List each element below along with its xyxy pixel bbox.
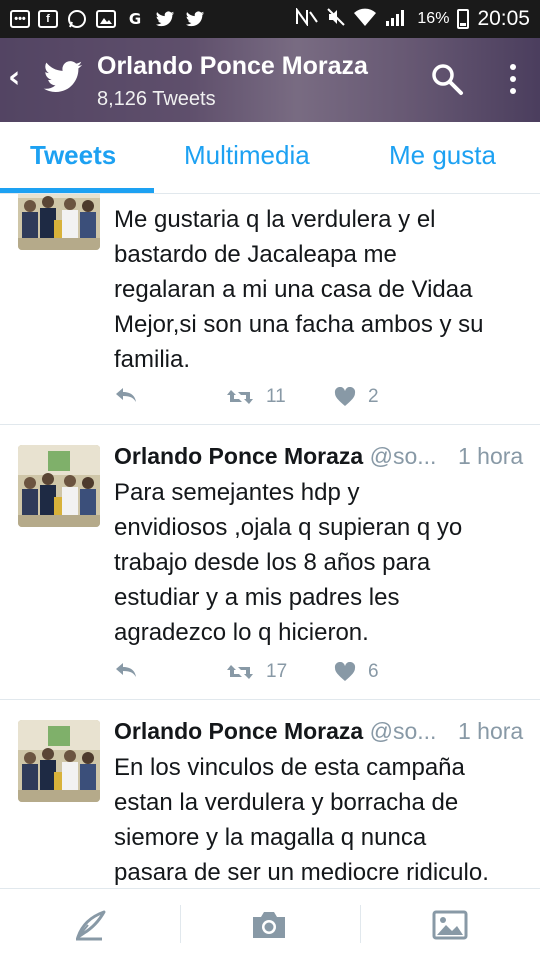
search-icon[interactable] xyxy=(430,62,464,96)
tweet-time: 1 hora xyxy=(458,718,524,744)
image-gallery-icon[interactable] xyxy=(432,909,468,941)
heart-icon xyxy=(334,387,356,406)
camera-icon[interactable] xyxy=(251,909,287,941)
compose-tweet-icon[interactable] xyxy=(72,909,108,941)
avatar[interactable] xyxy=(18,720,100,802)
author-name[interactable]: Orlando Ponce Moraza xyxy=(114,443,363,469)
active-tab-indicator xyxy=(0,188,154,193)
twitter-bird-icon xyxy=(43,61,83,93)
tweet-line: familia. xyxy=(114,346,191,373)
mute-icon xyxy=(327,7,346,31)
tweet-line: Para semejantes hdp y xyxy=(114,479,360,506)
retweet-icon xyxy=(227,390,253,404)
heart-icon xyxy=(334,662,356,681)
battery-percent: 16% xyxy=(417,10,450,27)
tweet-text: Para semejantes hdp y envidiosos ,ojala … xyxy=(114,475,524,650)
tab-tweets[interactable]: Tweets xyxy=(30,140,116,171)
reply-button[interactable] xyxy=(114,661,138,679)
tweet-item[interactable]: Me gustaria q la verdulera y el bastardo… xyxy=(0,194,540,425)
author-handle: @so... xyxy=(369,718,437,744)
profile-name: Orlando Ponce Moraza xyxy=(97,52,368,80)
retweet-icon xyxy=(227,665,253,679)
retweet-button[interactable]: 11 xyxy=(226,386,286,408)
tweet-line: estan la verdulera y borracha de xyxy=(114,789,459,816)
tweet-line: trabajo desde los 8 años para xyxy=(114,549,431,576)
tweet-line: Me gustaria q la verdulera y el xyxy=(114,206,436,233)
facebook-icon: f xyxy=(38,10,58,28)
avatar[interactable] xyxy=(18,194,100,250)
reply-icon xyxy=(116,388,136,402)
tweet-line: envidiosos ,ojala q supieran q yo xyxy=(114,514,463,541)
tweet-line: estudiar y a mis padres les xyxy=(114,584,400,611)
avatar[interactable] xyxy=(18,445,100,527)
tweet-text: Me gustaria q la verdulera y el bastardo… xyxy=(114,202,524,377)
retweet-count: 11 xyxy=(266,386,286,407)
divider xyxy=(180,905,181,943)
tweet-item[interactable]: Orlando Ponce Moraza @so... 1 hora Para … xyxy=(0,425,540,700)
like-button[interactable]: 2 xyxy=(334,386,379,408)
tweet-count: 8,126 Tweets xyxy=(97,88,216,110)
tab-me-gusta[interactable]: Me gusta xyxy=(389,140,496,171)
tweet-line: En los vinculos de esta campaña xyxy=(114,754,465,781)
tweet-line: agradezco lo q hicieron. xyxy=(114,619,369,646)
gallery-icon xyxy=(96,10,116,28)
signal-icon xyxy=(385,7,409,32)
tweet-actions: 11 2 xyxy=(114,386,514,410)
whatsapp-icon xyxy=(66,9,88,29)
profile-tabs: Tweets Multimedia Me gusta xyxy=(0,122,540,194)
tweet-header: Orlando Ponce Moraza @so... xyxy=(114,718,436,745)
nfc-icon xyxy=(295,6,319,31)
tweet-line: bastardo de Jacaleapa me xyxy=(114,241,397,268)
messages-icon: ••• xyxy=(10,10,30,28)
bottom-compose-bar xyxy=(0,888,540,960)
tweet-feed[interactable]: Me gustaria q la verdulera y el bastardo… xyxy=(0,194,540,888)
tab-multimedia[interactable]: Multimedia xyxy=(184,140,310,171)
author-name[interactable]: Orlando Ponce Moraza xyxy=(114,718,363,744)
author-handle: @so... xyxy=(369,443,437,469)
tweet-line: regalaran a mi una casa de Vidaa xyxy=(114,276,473,303)
like-count: 6 xyxy=(368,661,379,682)
google-icon: G xyxy=(128,10,142,28)
twitter-notif-icon xyxy=(154,9,176,29)
status-bar: ••• f G 16% 20:05 xyxy=(0,0,540,38)
more-options-icon[interactable] xyxy=(505,60,521,98)
reply-button[interactable] xyxy=(114,386,138,404)
tweet-header: Orlando Ponce Moraza @so... xyxy=(114,443,436,470)
twitter-notif-icon-2 xyxy=(184,9,206,29)
wifi-icon xyxy=(353,7,377,32)
battery-icon xyxy=(457,9,470,29)
tweet-time: 1 hora xyxy=(458,443,524,469)
notification-icons: ••• f G xyxy=(10,9,206,29)
retweet-count: 17 xyxy=(266,661,288,682)
clock: 20:05 xyxy=(477,7,530,30)
like-count: 2 xyxy=(368,386,379,407)
back-button[interactable]: ‹ xyxy=(8,63,34,94)
tweet-line: pasara de ser un mediocre ridiculo. xyxy=(114,859,489,886)
retweet-button[interactable]: 17 xyxy=(226,661,287,683)
tweet-text: En los vinculos de esta campaña estan la… xyxy=(114,750,524,888)
tweet-actions: 17 6 xyxy=(114,661,514,685)
like-button[interactable]: 6 xyxy=(334,661,379,683)
system-status: 16% 20:05 xyxy=(295,6,530,32)
reply-icon xyxy=(116,663,136,677)
profile-header: ‹ Orlando Ponce Moraza 8,126 Tweets xyxy=(0,38,540,122)
divider xyxy=(360,905,361,943)
tweet-line: siemore y la magalla q nunca xyxy=(114,824,427,851)
tweet-item[interactable]: Orlando Ponce Moraza @so... 1 hora En lo… xyxy=(0,700,540,888)
tweet-line: Mejor,si son una facha ambos y su xyxy=(114,311,484,338)
